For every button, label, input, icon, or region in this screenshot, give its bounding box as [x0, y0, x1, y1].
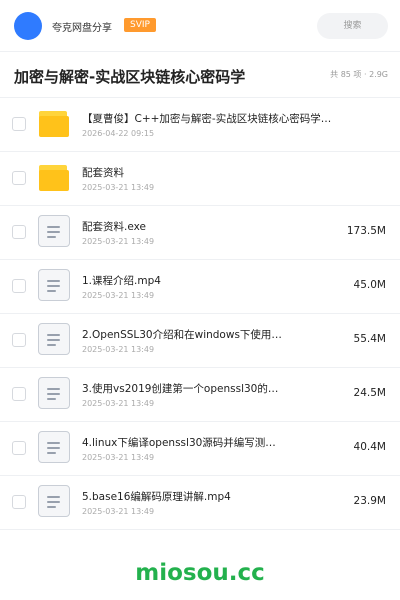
file-name: 3.使用vs2019创建第一个openssl30的…: [82, 383, 279, 395]
file-icon: [38, 431, 70, 463]
file-icon: [38, 323, 70, 355]
share-owner-name: 夸克网盘分享: [52, 23, 112, 34]
file-date: 2025-03-21 13:49: [82, 345, 155, 354]
file-date: 2025-03-21 13:49: [82, 183, 155, 192]
list-item[interactable]: 2.OpenSSL30介绍和在windows下使用… 2025-03-21 13…: [0, 314, 400, 368]
row-checkbox[interactable]: [12, 387, 26, 401]
list-item[interactable]: 4.linux下编译openssl30源码并编写测… 2025-03-21 13…: [0, 422, 400, 476]
file-date: 2025-03-21 13:49: [82, 291, 155, 300]
file-date: 2026-04-22 09:15: [82, 129, 155, 138]
row-checkbox[interactable]: [12, 495, 26, 509]
file-name: 5.base16编解码原理讲解.mp4: [82, 491, 231, 503]
file-date: 2025-03-21 13:49: [82, 399, 155, 408]
folder-icon: [38, 161, 70, 193]
list-item[interactable]: 配套资料 2025-03-21 13:49: [0, 152, 400, 206]
folder-title-row: 加密与解密-实战区块链核心密码学 共 85 项 · 2.9G: [0, 52, 400, 98]
file-name: 1.课程介绍.mp4: [82, 275, 161, 287]
avatar[interactable]: [14, 12, 42, 40]
row-checkbox[interactable]: [12, 441, 26, 455]
list-item[interactable]: 配套资料.exe 2025-03-21 13:49 173.5M: [0, 206, 400, 260]
file-size: 24.5M: [353, 387, 386, 399]
file-icon: [38, 485, 70, 517]
row-checkbox[interactable]: [12, 117, 26, 131]
file-size: 40.4M: [353, 441, 386, 453]
header-bar: 夸克网盘分享 SVIP 搜索: [0, 0, 400, 52]
list-item[interactable]: 3.使用vs2019创建第一个openssl30的… 2025-03-21 13…: [0, 368, 400, 422]
list-item[interactable]: 1.课程介绍.mp4 2025-03-21 13:49 45.0M: [0, 260, 400, 314]
row-checkbox[interactable]: [12, 333, 26, 347]
file-size: 173.5M: [346, 225, 386, 237]
file-name: 配套资料.exe: [82, 221, 146, 233]
file-icon: [38, 269, 70, 301]
folder-icon: [38, 107, 70, 139]
file-icon: [38, 377, 70, 409]
file-size: 23.9M: [353, 495, 386, 507]
watermark: miosou.cc: [135, 560, 265, 586]
file-date: 2025-03-21 13:49: [82, 453, 155, 462]
list-item[interactable]: 【夏曹俊】C++加密与解密-实战区块链核心密码学… 2026-04-22 09:…: [0, 98, 400, 152]
row-checkbox[interactable]: [12, 171, 26, 185]
file-size: 55.4M: [353, 333, 386, 345]
file-date: 2025-03-21 13:49: [82, 507, 155, 516]
file-list: 【夏曹俊】C++加密与解密-实战区块链核心密码学… 2026-04-22 09:…: [0, 98, 400, 530]
file-name: 4.linux下编译openssl30源码并编写测…: [82, 437, 276, 449]
file-name: 【夏曹俊】C++加密与解密-实战区块链核心密码学…: [82, 113, 332, 125]
search-input[interactable]: 搜索: [317, 13, 388, 39]
file-icon: [38, 215, 70, 247]
row-checkbox[interactable]: [12, 225, 26, 239]
list-item[interactable]: 5.base16编解码原理讲解.mp4 2025-03-21 13:49 23.…: [0, 476, 400, 530]
file-date: 2025-03-21 13:49: [82, 237, 155, 246]
folder-summary: 共 85 项 · 2.9G: [330, 70, 388, 79]
file-name: 2.OpenSSL30介绍和在windows下使用…: [82, 329, 282, 341]
file-size: 45.0M: [353, 279, 386, 291]
file-name: 配套资料: [82, 167, 124, 179]
svip-badge: SVIP: [124, 18, 156, 32]
row-checkbox[interactable]: [12, 279, 26, 293]
page-title: 加密与解密-实战区块链核心密码学: [14, 68, 246, 86]
